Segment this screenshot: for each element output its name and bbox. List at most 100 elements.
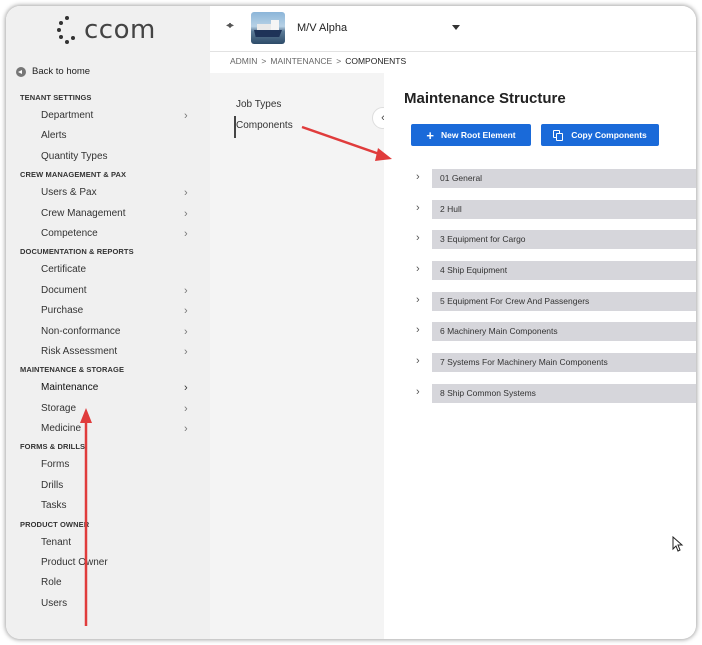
mouse-cursor-icon — [672, 536, 684, 552]
sidebar-section-title: CREW MANAGEMENT & PAX — [20, 170, 127, 180]
breadcrumb-admin[interactable]: ADMIN — [230, 56, 257, 66]
sidebar-item-label: Crew Management — [41, 207, 126, 219]
chevron-right-icon: › — [184, 110, 188, 122]
chevron-right-icon: › — [184, 305, 188, 318]
sidebar-item-label: Competence — [41, 227, 98, 239]
sidebar-item-risk-assessment[interactable]: Risk Assessment › — [6, 342, 210, 362]
sidebar-item-label: Document — [41, 284, 87, 296]
tree-node-label[interactable]: 5 Equipment For Crew And Passengers — [432, 291, 696, 311]
subnav-components[interactable]: Components — [236, 120, 293, 131]
expand-chevron-icon[interactable]: › — [416, 324, 420, 336]
sidebar-item-maintenance[interactable]: Maintenance › — [6, 378, 210, 398]
sidebar-item-label: Department — [41, 110, 94, 121]
expand-chevron-icon[interactable]: › — [416, 355, 420, 367]
sidebar-item-users-pax[interactable]: Users & Pax › — [6, 183, 210, 203]
main-content: Maintenance Structure + New Root Element… — [384, 73, 696, 639]
tree-node-label[interactable]: 8 Ship Common Systems — [432, 383, 696, 403]
sidebar-item-label: Non-conformance — [41, 325, 121, 337]
tree-node-label[interactable]: 01 General — [432, 169, 696, 188]
copy-components-button[interactable]: Copy Components — [541, 124, 659, 146]
chevron-right-icon: › — [184, 345, 188, 358]
chevron-right-icon: › — [184, 325, 188, 338]
sidebar-section-title: DOCUMENTATION & REPORTS — [20, 247, 134, 257]
chevron-right-icon: › — [184, 207, 188, 220]
expand-chevron-icon[interactable]: › — [416, 171, 420, 183]
sidebar: ccom Back to home TENANT SETTINGS Departm… — [6, 6, 210, 639]
new-root-element-label: New Root Element — [440, 130, 516, 140]
subnav-job-types[interactable]: Job Types — [236, 99, 281, 110]
sidebar-item-label: Role — [41, 577, 62, 589]
chevron-right-icon: › — [184, 284, 188, 297]
expand-chevron-icon[interactable]: › — [416, 202, 420, 214]
sidebar-section-title: TENANT SETTINGS — [20, 93, 92, 102]
plus-icon: + — [426, 127, 434, 143]
copy-icon — [553, 129, 564, 141]
app-window: ccom Back to home TENANT SETTINGS Departm… — [6, 6, 696, 639]
tree-row: › 7 Systems For Machinery Main Components — [414, 353, 696, 384]
sub-navigation: Job Types Components ‹ — [210, 73, 394, 639]
tree-row: › 8 Ship Common Systems — [414, 383, 696, 415]
tree-node-label[interactable]: 3 Equipment for Cargo — [432, 230, 696, 250]
sidebar-item-quantity-types[interactable]: Quantity Types — [6, 147, 210, 167]
expand-chevron-icon[interactable]: › — [416, 263, 420, 275]
sidebar-item-document[interactable]: Document › — [6, 281, 210, 301]
sidebar-item-label: Medicine — [41, 423, 82, 435]
sidebar-nav: TENANT SETTINGS Department › Alerts Quantity… — [6, 90, 210, 614]
back-to-home-label: Back to home — [32, 66, 91, 77]
page-title: Maintenance Structure — [404, 90, 566, 107]
sidebar-item-non-conformance[interactable]: Non-conformance › — [6, 322, 210, 342]
breadcrumb-maintenance[interactable]: MAINTENANCE — [270, 56, 332, 66]
sidebar-section-title: MAINTENANCE & STORAGE — [20, 365, 125, 375]
sidebar-item-label: Tasks — [41, 500, 67, 512]
tree-node-label[interactable]: 2 Hull — [432, 199, 696, 219]
tree-row: › 4 Ship Equipment — [414, 261, 696, 292]
sidebar-item-crew-management[interactable]: Crew Management › — [6, 204, 210, 224]
sidebar-item-label: Forms — [41, 459, 70, 471]
sidebar-toggle-icon[interactable]: ◂▸ — [226, 20, 234, 31]
sidebar-item-role[interactable]: Role — [6, 573, 210, 593]
sidebar-item-department[interactable]: Department › — [6, 106, 210, 126]
sidebar-item-label: Users — [41, 597, 68, 609]
logo-dots-icon — [56, 15, 78, 45]
sidebar-item-product-owner[interactable]: Product Owner — [6, 553, 210, 573]
top-bar: ◂▸ M/V Alpha — [210, 6, 696, 52]
sidebar-item-medicine[interactable]: Medicine › — [6, 419, 210, 439]
sidebar-item-certificate[interactable]: Certificate — [6, 260, 210, 280]
expand-chevron-icon[interactable]: › — [416, 232, 420, 244]
sidebar-item-label: Storage — [41, 402, 77, 414]
sidebar-item-storage[interactable]: Storage › — [6, 399, 210, 419]
sidebar-item-label: Risk Assessment — [41, 345, 118, 357]
sidebar-item-competence[interactable]: Competence › — [6, 224, 210, 244]
tree-node-label[interactable]: 4 Ship Equipment — [432, 261, 696, 281]
sidebar-item-forms[interactable]: Forms — [6, 455, 210, 475]
tree-row: › 3 Equipment for Cargo — [414, 230, 696, 261]
sidebar-section-title: FORMS & DRILLS — [20, 442, 86, 452]
component-tree: › 01 General › 2 Hull › 3 Equipment for Cargo… — [414, 169, 696, 415]
sidebar-item-purchase[interactable]: Purchase › — [6, 301, 210, 321]
sidebar-item-alerts[interactable]: Alerts — [6, 126, 210, 146]
back-to-home-link[interactable]: Back to home — [16, 66, 90, 77]
sidebar-item-label: Users & Pax — [41, 187, 97, 199]
tree-node-label[interactable]: 7 Systems For Machinery Main Components — [432, 353, 696, 373]
tree-row: › 5 Equipment For Crew And Passengers — [414, 291, 696, 323]
breadcrumb-components: COMPONENTS — [345, 56, 407, 66]
vessel-dropdown-caret-icon[interactable] — [452, 25, 460, 30]
sidebar-item-users[interactable]: Users — [6, 594, 210, 614]
sidebar-item-tenant[interactable]: Tenant — [6, 533, 210, 553]
logo[interactable]: ccom — [56, 12, 156, 48]
sidebar-item-tasks[interactable]: Tasks — [6, 496, 210, 516]
vessel-name[interactable]: M/V Alpha — [297, 22, 347, 34]
expand-chevron-icon[interactable]: › — [416, 294, 420, 306]
expand-chevron-icon[interactable]: › — [416, 386, 420, 398]
sidebar-item-label: Product Owner — [41, 557, 108, 569]
tree-row: › 01 General — [414, 169, 696, 200]
new-root-element-button[interactable]: + New Root Element — [411, 124, 531, 146]
vessel-thumbnail[interactable] — [251, 12, 285, 44]
back-arrow-icon — [16, 66, 26, 77]
sidebar-item-label: Maintenance — [41, 382, 99, 394]
tree-row: › 6 Machinery Main Components — [414, 322, 696, 353]
chevron-right-icon: › — [184, 382, 188, 395]
sidebar-item-drills[interactable]: Drills — [6, 476, 210, 496]
tree-node-label[interactable]: 6 Machinery Main Components — [432, 322, 696, 342]
sidebar-item-label: Drills — [41, 479, 64, 491]
